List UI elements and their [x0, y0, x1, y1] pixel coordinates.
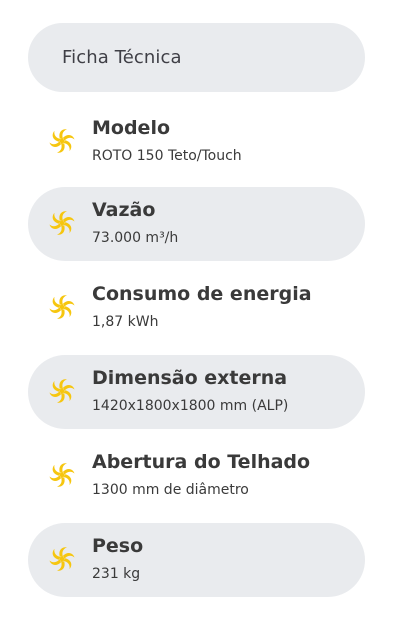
spec-value: 1,87 kWh — [92, 314, 159, 330]
spec-value: ROTO 150 Teto/Touch — [92, 148, 242, 164]
spec-sheet-header: Ficha Técnica — [28, 23, 365, 92]
spec-title: Peso — [92, 535, 144, 557]
fan-icon — [45, 374, 79, 408]
spec-value: 1420x1800x1800 mm (ALP) — [92, 398, 289, 414]
fan-icon — [45, 124, 79, 158]
spec-row-modelo: Modelo ROTO 150 Teto/Touch — [28, 105, 365, 179]
spec-value: 231 kg — [92, 566, 141, 582]
spec-row-consumo: Consumo de energia 1,87 kWh — [28, 271, 365, 345]
spec-title: Modelo — [92, 117, 171, 139]
spec-title: Vazão — [92, 199, 156, 221]
spec-row-abertura: Abertura do Telhado 1300 mm de diâmetro — [28, 439, 365, 513]
spec-row-dimensao: Dimensão externa 1420x1800x1800 mm (ALP) — [28, 355, 365, 429]
fan-icon — [45, 542, 79, 576]
spec-value: 1300 mm de diâmetro — [92, 482, 249, 498]
fan-icon — [45, 206, 79, 240]
spec-value: 73.000 m³/h — [92, 230, 179, 246]
spec-sheet-title: Ficha Técnica — [62, 47, 182, 68]
spec-row-peso: Peso 231 kg — [28, 523, 365, 597]
spec-row-vazao: Vazão 73.000 m³/h — [28, 187, 365, 261]
spec-title: Abertura do Telhado — [92, 451, 311, 473]
fan-icon — [45, 458, 79, 492]
spec-title: Consumo de energia — [92, 283, 312, 305]
spec-title: Dimensão externa — [92, 367, 288, 389]
fan-icon — [45, 290, 79, 324]
